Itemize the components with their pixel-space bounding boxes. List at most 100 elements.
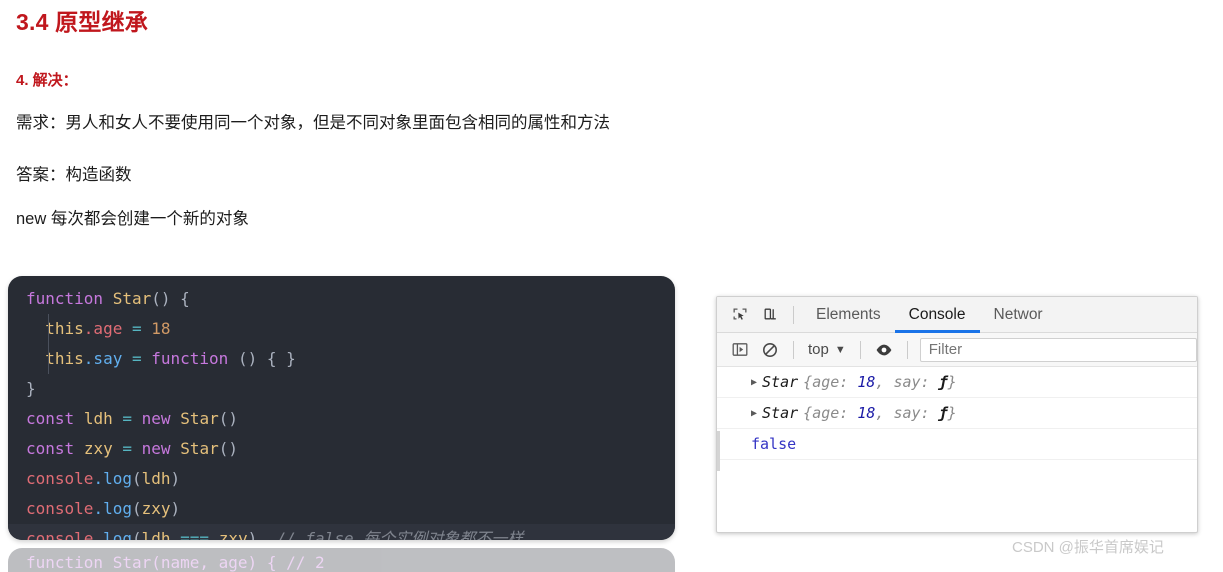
object-prop-key-say: say:	[893, 404, 930, 422]
token-argument-ldh: ldh	[141, 469, 171, 488]
token-object-console: console	[26, 499, 94, 518]
paragraph-note: new 每次都会创建一个新的对象	[16, 210, 249, 228]
code-line-3: this.say = function () { }	[8, 344, 675, 374]
token-identifier-star: Star	[112, 289, 152, 308]
token-comment: // false 每个实例对象都不一样	[276, 529, 524, 540]
code-line-5: const ldh = new Star()	[8, 404, 675, 434]
token-argument-zxy: zxy	[218, 529, 248, 540]
tab-network[interactable]: Networ	[980, 297, 1057, 333]
paragraph-requirement: 需求：男人和女人不要使用同一个对象，但是不同对象里面包含相同的属性和方法	[16, 114, 610, 132]
code-line-7: console.log(ldh)	[8, 464, 675, 494]
console-log-row[interactable]: false	[717, 429, 1197, 460]
token-number-18: 18	[151, 319, 171, 338]
token-operator-assign: =	[122, 439, 132, 458]
clear-console-icon[interactable]	[755, 336, 785, 364]
devtools-filterbar: top ▼	[717, 333, 1197, 367]
token-keyword-new: new	[141, 439, 171, 458]
code-line-6: const zxy = new Star()	[8, 434, 675, 464]
object-prop-value-say: ƒ	[938, 373, 948, 391]
token-keyword-const: const	[26, 439, 75, 458]
token-object-console: console	[26, 469, 94, 488]
object-comma: ,	[875, 404, 885, 422]
code-line-4: }	[8, 374, 675, 404]
code-line-2: this.age = 18	[8, 314, 675, 344]
token-brace-close: }	[26, 379, 36, 398]
token-object-console: console	[26, 529, 94, 540]
console-output[interactable]: ▶ Star{age: 18, say: ƒ} ▶ Star{age: 18, …	[717, 367, 1197, 530]
token-punctuation: ()	[218, 439, 238, 458]
token-keyword-function: function	[151, 349, 229, 368]
section-heading: 4. 解决：	[16, 72, 78, 89]
object-open-brace: {	[803, 404, 813, 422]
page-title: 3.4 原型继承	[16, 9, 148, 35]
filter-input[interactable]	[919, 337, 1197, 362]
devtools-panel[interactable]: Elements Console Networ top ▼ Filter ▶ S…	[716, 296, 1198, 533]
token-method-log: .log	[93, 529, 132, 540]
token-operator-assign: =	[122, 409, 132, 428]
csdn-watermark: CSDN @振华首席娱记	[1012, 539, 1164, 556]
code-block[interactable]: function Star() { this.age = 18 this.say…	[8, 276, 675, 540]
code-line-9: console.log(ldh === zxy) // false 每个实例对象…	[8, 524, 675, 540]
token-operator-strict-equal: ===	[180, 529, 210, 540]
indent-guide-line	[48, 314, 49, 374]
filterbar-divider-3	[906, 340, 908, 359]
token-keyword-const: const	[26, 409, 75, 428]
token-paren-close: )	[170, 499, 181, 518]
chevron-down-icon: ▼	[834, 343, 846, 356]
token-paren-close: )	[247, 529, 258, 540]
object-prop-value-age: 18	[857, 373, 876, 391]
object-prop-value-say: ƒ	[938, 404, 948, 422]
token-paren-close: )	[170, 469, 181, 488]
object-close-brace: }	[947, 373, 957, 391]
token-property-say: .say	[83, 349, 123, 368]
token-punctuation: () { }	[237, 349, 296, 368]
devtools-tabbar: Elements Console Networ	[717, 297, 1197, 333]
token-paren-open: (	[131, 499, 142, 518]
token-this: this	[45, 319, 84, 338]
tab-elements[interactable]: Elements	[802, 297, 895, 333]
token-method-log: .log	[93, 499, 132, 518]
inspect-element-icon[interactable]	[725, 301, 755, 329]
execution-context-selector[interactable]: top ▼	[802, 341, 852, 358]
object-constructor-name: Star	[762, 404, 799, 422]
console-boolean-value: false	[751, 435, 797, 453]
code-line-1: function Star() {	[8, 284, 675, 314]
object-prop-key-say: say:	[893, 373, 930, 391]
token-identifier-star: Star	[180, 439, 219, 458]
token-argument-zxy: zxy	[141, 499, 171, 518]
next-code-block-preview: function Star(name, age) { // 2	[8, 548, 675, 572]
token-preview: function Star(name, age) { // 2	[26, 553, 325, 572]
code-line-8: console.log(zxy)	[8, 494, 675, 524]
token-punctuation: () {	[151, 289, 190, 308]
object-close-brace: }	[947, 404, 957, 422]
token-argument-ldh: ldh	[141, 529, 171, 540]
token-variable-ldh: ldh	[83, 409, 113, 428]
token-operator-assign: =	[131, 319, 142, 338]
token-this: this	[45, 349, 84, 368]
object-open-brace: {	[803, 373, 813, 391]
device-toolbar-icon[interactable]	[755, 301, 785, 329]
object-prop-key-age: age:	[812, 373, 849, 391]
token-identifier-star: Star	[180, 409, 219, 428]
object-prop-key-age: age:	[812, 404, 849, 422]
token-paren-open: (	[131, 469, 142, 488]
expand-arrow-icon[interactable]: ▶	[751, 408, 757, 419]
live-expression-eye-icon[interactable]	[869, 336, 899, 364]
code-line-preview: function Star(name, age) { // 2	[8, 548, 675, 572]
filterbar-divider-2	[859, 340, 861, 359]
expand-arrow-icon[interactable]: ▶	[751, 377, 757, 388]
token-paren-open: (	[131, 529, 142, 540]
tab-console[interactable]: Console	[894, 297, 980, 333]
console-sidebar-icon[interactable]	[725, 336, 755, 364]
execution-context-label: top	[808, 341, 829, 358]
paragraph-answer: 答案：构造函数	[16, 166, 132, 184]
token-keyword-new: new	[141, 409, 171, 428]
toolbar-divider	[793, 305, 794, 324]
console-scrollbar[interactable]	[717, 431, 720, 471]
console-log-row[interactable]: ▶ Star{age: 18, say: ƒ}	[717, 367, 1197, 398]
filterbar-divider-1	[793, 340, 794, 359]
object-comma: ,	[875, 373, 885, 391]
token-operator-assign: =	[131, 349, 142, 368]
console-log-row[interactable]: ▶ Star{age: 18, say: ƒ}	[717, 398, 1197, 429]
object-constructor-name: Star	[762, 373, 799, 391]
